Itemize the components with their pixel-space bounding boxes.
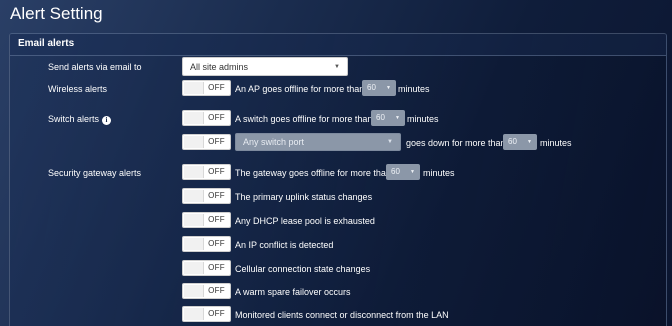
caret-down-icon: ▼ (395, 115, 400, 121)
toggle-state: OFF (208, 263, 225, 272)
minutes-value: 60 (508, 137, 517, 146)
toggle-knob (184, 82, 204, 94)
switch-offline-text: A switch goes offline for more than (235, 114, 373, 124)
minutes-label: minutes (423, 168, 455, 178)
caret-down-icon: ▼ (410, 169, 415, 175)
toggle-state: OFF (208, 215, 225, 224)
info-icon[interactable]: i (102, 116, 112, 125)
caret-down-icon: ▼ (527, 139, 532, 145)
wireless-alerts-label: Wireless alerts (48, 84, 108, 94)
monitored-clients-text: Monitored clients connect or disconnect … (235, 310, 449, 320)
security-gateway-alerts-label: Security gateway alerts (48, 168, 142, 178)
monitored-clients-toggle[interactable]: OFF (182, 306, 231, 322)
toggle-knob (184, 238, 204, 250)
toggle-knob (184, 285, 204, 297)
caret-down-icon: ▼ (334, 64, 340, 70)
toggle-state: OFF (208, 286, 225, 295)
toggle-knob (184, 214, 204, 226)
toggle-state: OFF (208, 113, 225, 122)
minutes-value: 60 (376, 113, 385, 122)
wireless-minutes-select[interactable]: 60 ▼ (362, 80, 396, 96)
dhcp-exhausted-text: Any DHCP lease pool is exhausted (235, 216, 375, 226)
page-title: Alert Setting (10, 4, 103, 23)
gateway-offline-toggle[interactable]: OFF (182, 164, 231, 180)
toggle-state: OFF (208, 83, 225, 92)
switch-minutes-select[interactable]: 60 ▼ (371, 110, 405, 126)
toggle-knob (184, 136, 204, 148)
ip-conflict-text: An IP conflict is detected (235, 240, 334, 250)
warm-spare-text: A warm spare failover occurs (235, 287, 351, 297)
ip-conflict-toggle[interactable]: OFF (182, 236, 231, 252)
minutes-value: 60 (391, 167, 400, 176)
dhcp-exhausted-toggle[interactable]: OFF (182, 212, 231, 228)
caret-down-icon: ▼ (386, 85, 391, 91)
switch-port-select[interactable]: Any switch port ▼ (235, 133, 401, 151)
caret-down-icon: ▼ (387, 139, 393, 145)
toggle-knob (184, 262, 204, 274)
wireless-ap-offline-text: An AP goes offline for more than (235, 84, 365, 94)
switch-port-down-toggle[interactable]: OFF (182, 134, 231, 150)
send-alerts-label: Send alerts via email to (48, 62, 142, 72)
switch-alerts-text: Switch alerts (48, 114, 100, 124)
cellular-state-toggle[interactable]: OFF (182, 260, 231, 276)
uplink-status-text: The primary uplink status changes (235, 192, 373, 202)
toggle-state: OFF (208, 309, 225, 318)
switch-port-down-text: goes down for more than (406, 138, 506, 148)
toggle-state: OFF (208, 239, 225, 248)
toggle-state: OFF (208, 137, 225, 146)
minutes-label: minutes (540, 138, 572, 148)
uplink-status-toggle[interactable]: OFF (182, 188, 231, 204)
toggle-knob (184, 166, 204, 178)
toggle-knob (184, 308, 204, 320)
switch-port-minutes-select[interactable]: 60 ▼ (503, 134, 537, 150)
toggle-knob (184, 190, 204, 202)
send-alerts-value: All site admins (190, 62, 249, 72)
send-alerts-select[interactable]: All site admins ▼ (182, 57, 348, 76)
minutes-label: minutes (398, 84, 430, 94)
gateway-minutes-select[interactable]: 60 ▼ (386, 164, 420, 180)
toggle-knob (184, 112, 204, 124)
gateway-offline-text: The gateway goes offline for more than (235, 168, 391, 178)
toggle-state: OFF (208, 191, 225, 200)
toggle-state: OFF (208, 167, 225, 176)
warm-spare-toggle[interactable]: OFF (182, 283, 231, 299)
panel-header: Email alerts (10, 34, 666, 56)
minutes-value: 60 (367, 83, 376, 92)
switch-alerts-label: Switch alerts i (48, 114, 112, 125)
wireless-ap-offline-toggle[interactable]: OFF (182, 80, 231, 96)
cellular-state-text: Cellular connection state changes (235, 264, 371, 274)
minutes-label: minutes (407, 114, 439, 124)
switch-offline-toggle[interactable]: OFF (182, 110, 231, 126)
switch-port-value: Any switch port (243, 137, 305, 147)
